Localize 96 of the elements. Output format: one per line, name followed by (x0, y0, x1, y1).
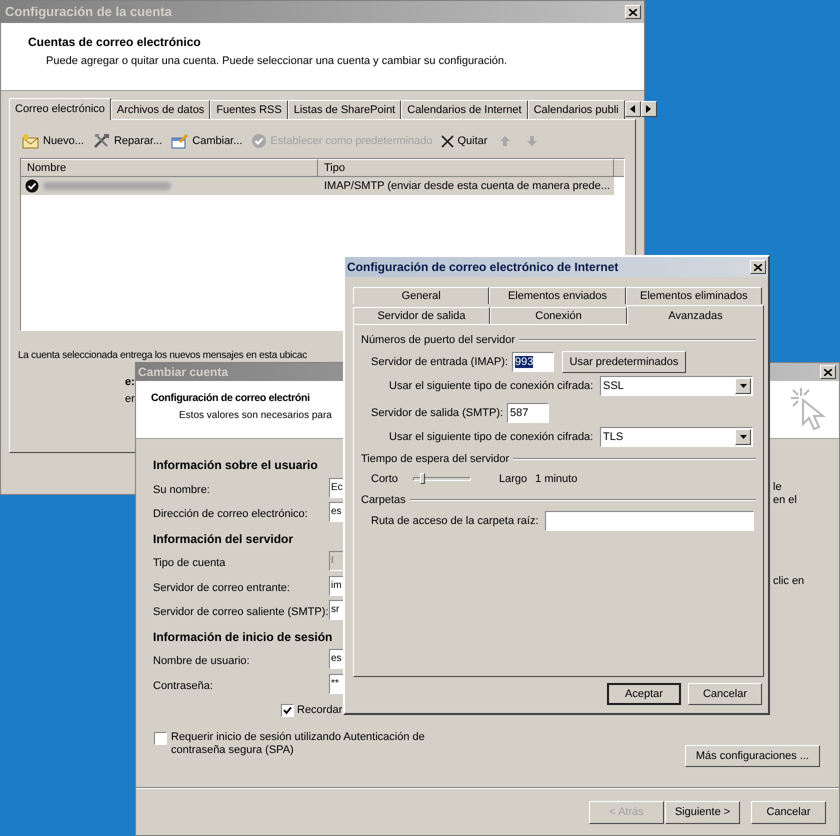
window-title: Configuración de la cuenta (5, 3, 172, 22)
field-label: Su nombre: (153, 482, 211, 498)
text-field[interactable]: Ec (329, 478, 344, 498)
tab[interactable]: Calendarios publi (528, 100, 625, 119)
close-button[interactable] (750, 260, 766, 274)
tab[interactable]: Calendarios de Internet (401, 100, 528, 119)
dialog-description: Puede agregar o quitar una cuenta. Puede seleccionar una cuenta y cambiar su configuración. (45, 54, 508, 69)
arrow-down-icon (526, 135, 538, 147)
close-icon (441, 134, 454, 148)
field-label: Servidor de entrada (IMAP): (371, 354, 508, 370)
field-label: Usar el siguiente tipo de conexión cifrada: (389, 378, 594, 394)
use-defaults-button[interactable]: Usar predeterminados (562, 351, 686, 373)
tab[interactable]: Elementos eliminados (626, 287, 762, 304)
tab[interactable]: Listas de SharePoint (288, 100, 402, 119)
checkbox-label: Requerir inicio de sesión utilizando Autenticación de contraseña segura (SPA) (171, 731, 426, 757)
triangle-right-icon (646, 105, 652, 113)
pointer-icon (789, 386, 827, 432)
close-button[interactable] (625, 5, 641, 19)
toolbar-button[interactable]: Cambiar... (171, 132, 242, 150)
dropdown[interactable]: SSL (600, 376, 753, 396)
tab[interactable]: Correo electrónico (9, 98, 111, 120)
label-fragment: er (125, 392, 135, 406)
more-settings-button[interactable]: Más configuraciones ... (684, 745, 820, 767)
group-heading: Carpetas (361, 492, 406, 508)
dialog-button[interactable]: Aceptar (607, 683, 681, 705)
field-label: Dirección de correo electrónico: (153, 507, 309, 522)
tab[interactable]: Elementos enviados (489, 287, 626, 304)
close-icon (824, 368, 832, 376)
close-icon (754, 264, 762, 270)
field-label: Servidor de correo saliente (SMTP): (153, 605, 329, 620)
port-field[interactable]: 993 (512, 352, 554, 372)
tab[interactable]: Archivos de datos (110, 100, 210, 119)
slider-reading: 1 minuto (535, 472, 578, 487)
tab[interactable]: Fuentes RSS (210, 100, 288, 119)
text-field[interactable]: es (329, 502, 344, 522)
triangle-left-icon (630, 105, 636, 113)
field-label: Ruta de acceso de la carpeta raíz: (371, 514, 540, 529)
dropdown-arrow-icon (740, 384, 746, 388)
toolbar-button[interactable]: Nuevo... (22, 132, 84, 150)
text-field[interactable]: im (329, 576, 344, 596)
path-field[interactable] (545, 511, 754, 531)
dialog-description: Estos valores son necesarios para (178, 408, 333, 423)
toolbar-button[interactable]: Reparar... (92, 132, 162, 150)
window-pencil-icon (171, 133, 190, 149)
section-heading: Información de inicio de sesión (153, 628, 332, 646)
checkbox-label: Recordar (297, 702, 342, 718)
field-label: Usar el siguiente tipo de conexión cifrada: (389, 430, 594, 445)
port-field[interactable]: 587 (507, 403, 550, 423)
checkbox[interactable] (281, 704, 294, 716)
field-label: Tipo de cuenta (153, 556, 226, 571)
tab[interactable]: General (353, 287, 490, 304)
column-header[interactable]: Nombre (21, 159, 318, 177)
section-heading: Información sobre el usuario (153, 457, 318, 474)
dropdown-arrow-icon (740, 435, 746, 439)
dialog-button[interactable]: Cancelar (688, 683, 762, 705)
field-label: Contraseña: (153, 678, 214, 694)
text-field[interactable]: sr (329, 600, 344, 620)
slider-thumb[interactable] (420, 473, 425, 484)
section-heading: Información del servidor (153, 530, 294, 548)
dropdown[interactable]: TLS (600, 427, 753, 447)
group-heading: Números de puerto del servidor (361, 332, 516, 348)
field-label: Servidor de correo entrante: (153, 580, 291, 596)
tab[interactable]: Conexión (490, 307, 627, 324)
column-header[interactable]: Tipo (318, 159, 614, 177)
close-icon (629, 8, 637, 16)
checkbox[interactable] (154, 732, 167, 745)
field-label: Servidor de salida (SMTP): (371, 406, 504, 421)
close-button[interactable] (820, 365, 836, 379)
tab[interactable]: Servidor de salida (353, 307, 490, 324)
dialog-heading: Configuración de correo electróni (151, 391, 311, 406)
info-text: La cuenta seleccionada entrega los nuevos mensajes en esta ubicac (18, 349, 307, 363)
scroll-left-button[interactable] (624, 101, 641, 117)
slider-label: Largo (499, 472, 528, 487)
label-fragment: e: (125, 375, 135, 389)
partial-text: clic en (773, 575, 804, 588)
tab[interactable]: Avanzadas (627, 305, 764, 325)
group-heading: Tiempo de espera del servidor (361, 452, 510, 467)
tools-icon (92, 133, 111, 149)
text-field[interactable]: es (329, 649, 344, 669)
envelope-icon (22, 133, 40, 149)
partial-text: le en el (773, 481, 797, 507)
slider-label: Corto (371, 472, 399, 487)
check-circle-icon (25, 179, 39, 193)
account-row[interactable]: IMAP/SMTP (enviar desde esta cuenta de manera prede... (21, 177, 614, 195)
window-title: Cambiar cuenta (138, 364, 228, 381)
arrow-up-icon (499, 135, 512, 147)
window-title: Configuración de correo electrónico de Internet (347, 259, 618, 276)
toolbar-button[interactable]: Quitar (441, 132, 488, 150)
scroll-right-button[interactable] (640, 101, 657, 117)
account-type: IMAP/SMTP (enviar desde esta cuenta de manera prede... (323, 178, 611, 194)
dialog-button[interactable]: Cancelar (751, 801, 826, 824)
text-field[interactable]: ** (329, 674, 344, 694)
check-circle-icon (251, 133, 268, 149)
dialog-heading: Cuentas de correo electrónico (28, 34, 202, 51)
field-label: Nombre de usuario: (153, 654, 251, 669)
dialog-button[interactable]: Siguiente > (665, 801, 740, 824)
